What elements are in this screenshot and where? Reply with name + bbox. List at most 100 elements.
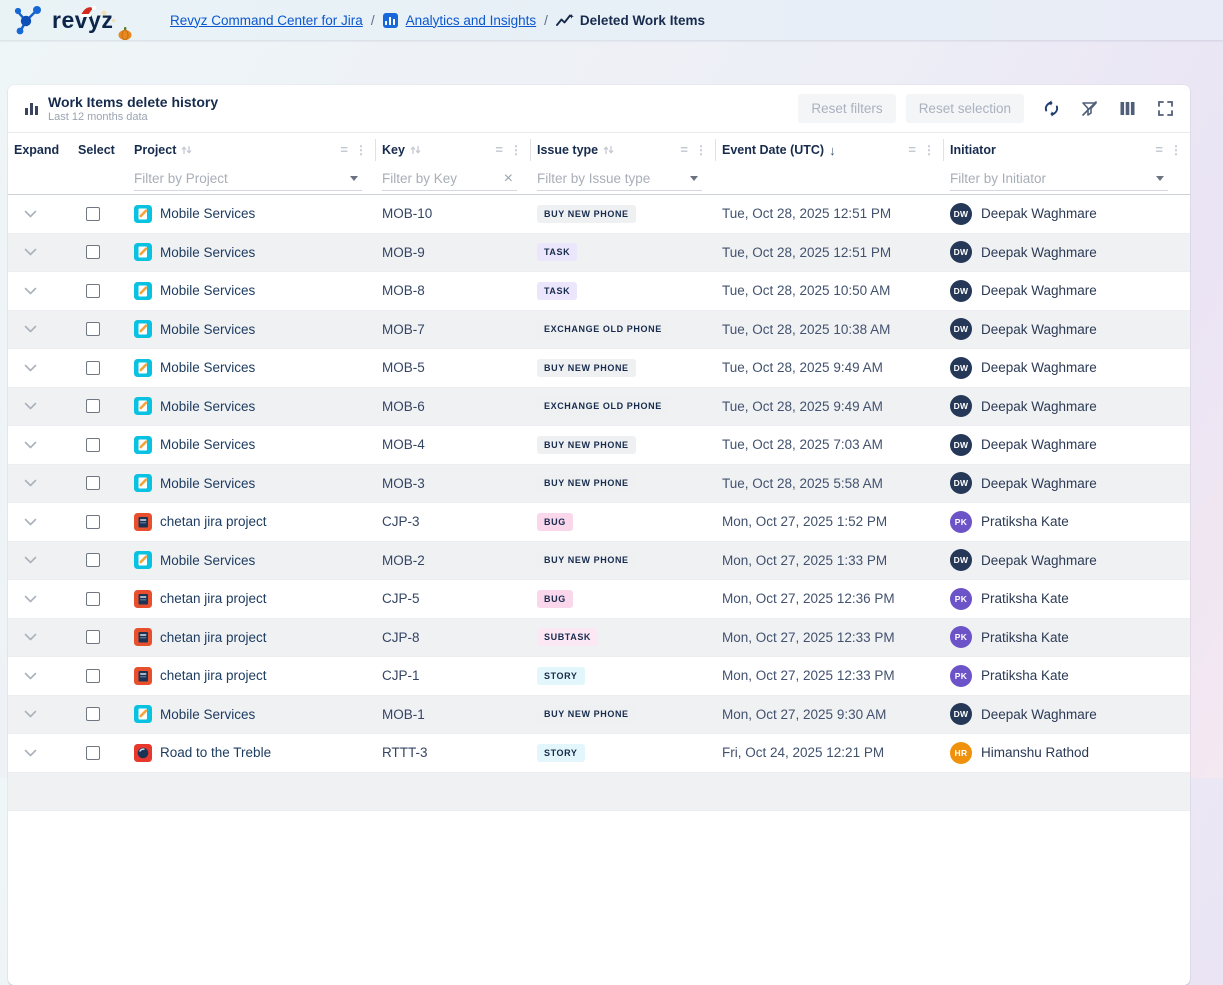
project-name: Mobile Services (160, 206, 255, 221)
row-checkbox[interactable] (86, 630, 100, 644)
row-checkbox[interactable] (86, 245, 100, 259)
row-checkbox[interactable] (86, 322, 100, 336)
initiator-name: Deepak Waghmare (981, 206, 1097, 221)
project-avatar-icon (134, 590, 152, 608)
column-menu-icon[interactable]: ⋮ (1170, 143, 1182, 157)
breadcrumb-link-command-center[interactable]: Revyz Command Center for Jira (170, 13, 363, 28)
expand-chevron-icon[interactable] (24, 556, 37, 564)
column-header-issue-type[interactable]: Issue type =⋮ (531, 139, 716, 161)
project-avatar-mobile-icon (134, 282, 152, 300)
initiator-name: Deepak Waghmare (981, 553, 1097, 568)
event-date: Mon, Oct 27, 2025 1:33 PM (716, 553, 944, 568)
initiator-name: Deepak Waghmare (981, 322, 1097, 337)
column-header-event-date[interactable]: Event Date (UTC) ↓ =⋮ (716, 139, 944, 161)
column-menu-icon[interactable]: ⋮ (355, 143, 367, 157)
row-checkbox[interactable] (86, 399, 100, 413)
row-checkbox[interactable] (86, 361, 100, 375)
sort-icon[interactable] (603, 144, 614, 156)
row-checkbox[interactable] (86, 592, 100, 606)
row-checkbox[interactable] (86, 669, 100, 683)
app-logo[interactable]: revyz (0, 3, 160, 37)
expand-chevron-icon[interactable] (24, 749, 37, 757)
molecule-logo-icon (12, 3, 46, 37)
project-avatar-icon (134, 205, 152, 223)
expand-chevron-icon[interactable] (24, 325, 37, 333)
card-subtitle: Last 12 months data (48, 111, 218, 123)
table-filter-row: Filter by Project Filter by Key × Filter… (8, 167, 1190, 195)
breadcrumb-link-analytics[interactable]: Analytics and Insights (406, 13, 537, 28)
event-date: Mon, Oct 27, 2025 9:30 AM (716, 707, 944, 722)
column-menu-icon[interactable]: ⋮ (923, 143, 935, 157)
expand-chevron-icon[interactable] (24, 402, 37, 410)
column-resize-handle-icon[interactable]: = (908, 145, 916, 155)
breadcrumb: Revyz Command Center for Jira / Analytic… (170, 13, 705, 28)
expand-chevron-icon[interactable] (24, 364, 37, 372)
row-checkbox[interactable] (86, 207, 100, 221)
project-avatar-chetan-icon (134, 513, 152, 531)
issue-key: MOB-9 (376, 245, 531, 260)
chevron-down-icon[interactable] (690, 176, 698, 181)
issue-type-badge: BUG (537, 513, 573, 531)
issue-key: MOB-10 (376, 206, 531, 221)
expand-chevron-icon[interactable] (24, 479, 37, 487)
key-filter-input[interactable]: Filter by Key × (382, 167, 517, 191)
table-row: Mobile ServicesMOB-8TASKTue, Oct 28, 202… (8, 272, 1190, 311)
column-resize-handle-icon[interactable]: = (340, 145, 348, 155)
initiator-avatar: DW (950, 434, 972, 456)
column-header-project[interactable]: Project =⋮ (128, 139, 376, 161)
row-checkbox[interactable] (86, 553, 100, 567)
row-checkbox[interactable] (86, 515, 100, 529)
initiator-avatar: DW (950, 395, 972, 417)
initiator-avatar: DW (950, 318, 972, 340)
row-checkbox[interactable] (86, 284, 100, 298)
filter-off-icon[interactable] (1078, 98, 1100, 120)
column-menu-icon[interactable]: ⋮ (695, 143, 707, 157)
project-name: Mobile Services (160, 399, 255, 414)
expand-chevron-icon[interactable] (24, 248, 37, 256)
expand-chevron-icon[interactable] (24, 595, 37, 603)
chevron-down-icon[interactable] (350, 176, 358, 181)
column-resize-handle-icon[interactable]: = (680, 145, 688, 155)
expand-chevron-icon[interactable] (24, 518, 37, 526)
table-row: Mobile ServicesMOB-5BUY NEW PHONETue, Oc… (8, 349, 1190, 388)
project-avatar-mobile-icon (134, 436, 152, 454)
row-checkbox[interactable] (86, 746, 100, 760)
reset-filters-button[interactable]: Reset filters (798, 94, 895, 123)
project-name: chetan jira project (160, 630, 267, 645)
expand-chevron-icon[interactable] (24, 210, 37, 218)
initiator-filter-input[interactable]: Filter by Initiator (950, 167, 1168, 191)
sort-icon[interactable] (181, 144, 192, 156)
chevron-down-icon[interactable] (1156, 176, 1164, 181)
clear-filter-icon[interactable]: × (504, 172, 513, 186)
reset-selection-button[interactable]: Reset selection (906, 94, 1024, 123)
row-checkbox[interactable] (86, 438, 100, 452)
sort-descending-icon[interactable]: ↓ (829, 143, 836, 158)
card-header: Work Items delete history Last 12 months… (8, 85, 1190, 133)
sort-icon[interactable] (410, 144, 421, 156)
sparkle-decor (111, 18, 115, 22)
row-checkbox[interactable] (86, 707, 100, 721)
issue-type-filter-input[interactable]: Filter by Issue type (537, 167, 702, 191)
column-header-key[interactable]: Key =⋮ (376, 139, 531, 161)
row-checkbox[interactable] (86, 476, 100, 490)
column-resize-handle-icon[interactable]: = (495, 145, 503, 155)
column-resize-handle-icon[interactable]: = (1155, 145, 1163, 155)
event-date: Mon, Oct 27, 2025 12:33 PM (716, 630, 944, 645)
expand-chevron-icon[interactable] (24, 672, 37, 680)
column-menu-icon[interactable]: ⋮ (510, 143, 522, 157)
refresh-icon[interactable] (1040, 98, 1062, 120)
expand-chevron-icon[interactable] (24, 710, 37, 718)
bar-chart-icon (24, 101, 40, 117)
table-row: Mobile ServicesMOB-2BUY NEW PHONEMon, Oc… (8, 542, 1190, 581)
project-filter-input[interactable]: Filter by Project (134, 167, 362, 191)
fullscreen-icon[interactable] (1154, 98, 1176, 120)
table-row: Mobile ServicesMOB-7EXCHANGE OLD PHONETu… (8, 311, 1190, 350)
column-header-initiator[interactable]: Initiator =⋮ (944, 139, 1190, 161)
initiator-name: Deepak Waghmare (981, 245, 1097, 260)
expand-chevron-icon[interactable] (24, 633, 37, 641)
expand-chevron-icon[interactable] (24, 287, 37, 295)
expand-chevron-icon[interactable] (24, 441, 37, 449)
project-avatar-icon (134, 436, 152, 454)
columns-icon[interactable] (1116, 98, 1138, 120)
project-avatar-icon (134, 628, 152, 646)
